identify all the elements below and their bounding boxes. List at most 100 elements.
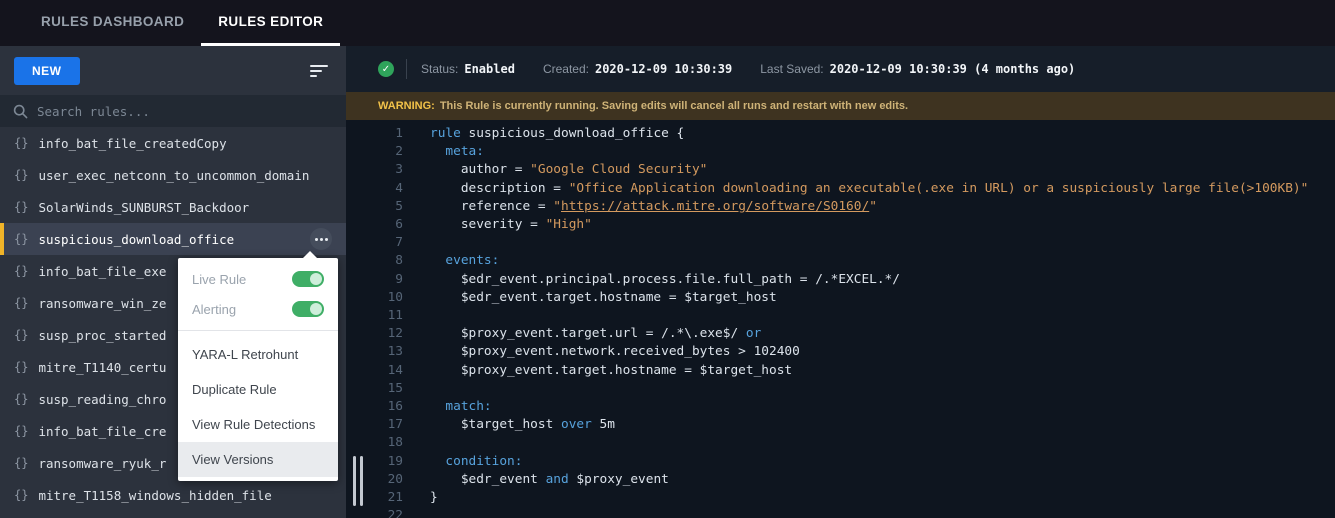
rule-name: mitre_T1140_certu	[38, 360, 166, 375]
tab-rules-dashboard[interactable]: RULES DASHBOARD	[24, 0, 201, 46]
code-text: $proxy_event.target.hostname = $target_h…	[403, 362, 792, 380]
menu-item[interactable]: View Rule Detections	[178, 407, 338, 442]
content-row: NEW {} info_bat_file_createdCopy {}user_ex…	[0, 46, 1335, 518]
search-icon	[13, 104, 28, 119]
code-text: rule suspicious_download_office {	[403, 125, 684, 143]
rule-name: info_bat_file_cre	[38, 424, 166, 439]
toggle-switch[interactable]	[292, 301, 324, 317]
menu-notch	[302, 251, 318, 259]
code-text	[403, 507, 430, 518]
rule-list-item[interactable]: {}mitre_T1158_windows_hidden_file	[0, 479, 346, 511]
rule-name: susp_proc_started	[38, 328, 166, 343]
created-value: 2020-12-09 10:30:39	[595, 62, 732, 76]
rule-name: suspicious_download_office	[38, 232, 234, 247]
code-line: 22	[346, 507, 1335, 518]
toggle-switch[interactable]	[292, 271, 324, 287]
code-line: 18	[346, 434, 1335, 452]
rule-list-item[interactable]: {}SolarWinds_SUNBURST_Backdoor	[0, 191, 346, 223]
braces-icon: {}	[14, 360, 28, 374]
code-text: $edr_event.principal.process.file.full_p…	[403, 271, 900, 289]
line-number: 9	[346, 271, 403, 289]
last-saved-value: 2020-12-09 10:30:39 (4 months ago)	[830, 62, 1076, 76]
rule-list-item[interactable]: {} info_bat_file_createdCopy	[0, 127, 346, 159]
new-rule-button[interactable]: NEW	[14, 57, 80, 85]
menu-item[interactable]: View Versions	[178, 442, 338, 477]
scrollbar-thumb[interactable]	[360, 456, 363, 506]
code-line: 4 description = "Office Application down…	[346, 180, 1335, 198]
warning-bar: WARNING: This Rule is currently running.…	[346, 92, 1335, 120]
code-line: 6 severity = "High"	[346, 216, 1335, 234]
tab-rules-editor[interactable]: RULES EDITOR	[201, 0, 340, 46]
status-bar: ✓ Status: Enabled Created: 2020-12-09 10…	[346, 46, 1335, 92]
braces-icon: {}	[14, 392, 28, 406]
line-number: 4	[346, 180, 403, 198]
line-number: 8	[346, 252, 403, 270]
status-label: Status:	[421, 62, 458, 76]
last-saved-group: Last Saved: 2020-12-09 10:30:39 (4 month…	[760, 62, 1075, 76]
rule-name: ransomware_ryuk_r	[38, 456, 166, 471]
line-number: 17	[346, 416, 403, 434]
rule-name: mitre_T1158_windows_hidden_file	[38, 488, 271, 503]
menu-toggle-row: Live Rule	[178, 264, 338, 294]
code-text	[403, 307, 430, 325]
line-number: 7	[346, 234, 403, 252]
line-number: 2	[346, 143, 403, 161]
code-lines: 1rule suspicious_download_office {2 meta…	[346, 125, 1335, 518]
line-number: 5	[346, 198, 403, 216]
code-text	[403, 380, 430, 398]
code-text: $edr_event.target.hostname = $target_hos…	[403, 289, 777, 307]
code-line: 2 meta:	[346, 143, 1335, 161]
rule-name: info_bat_file_exe	[38, 264, 166, 279]
code-line: 20 $edr_event and $proxy_event	[346, 471, 1335, 489]
status-value: Enabled	[464, 62, 515, 76]
code-line: 8 events:	[346, 252, 1335, 270]
line-number: 13	[346, 343, 403, 361]
status-check-icon: ✓	[378, 61, 394, 77]
warning-label: WARNING:	[378, 100, 435, 112]
code-line: 14 $proxy_event.target.hostname = $targe…	[346, 362, 1335, 380]
code-text	[403, 234, 430, 252]
last-saved-label: Last Saved:	[760, 62, 823, 76]
code-editor[interactable]: 1rule suspicious_download_office {2 meta…	[346, 120, 1335, 518]
rule-name: info_bat_file_createdCopy	[38, 136, 226, 151]
sidebar-toolbar: NEW	[0, 46, 346, 95]
menu-item[interactable]: YARA-L Retrohunt	[178, 337, 338, 372]
code-line: 12 $proxy_event.target.url = /.*\.exe$/ …	[346, 325, 1335, 343]
warning-text: This Rule is currently running. Saving e…	[440, 100, 908, 112]
search-bar	[0, 95, 346, 127]
context-menu: Live Rule Alerting YARA-L RetrohuntDuplic…	[178, 258, 338, 481]
menu-toggle-label: Live Rule	[192, 272, 246, 287]
braces-icon: {}	[14, 264, 28, 278]
search-input[interactable]	[37, 104, 333, 119]
code-text: $edr_event and $proxy_event	[403, 471, 669, 489]
menu-toggle-section: Live Rule Alerting	[178, 264, 338, 324]
code-text	[403, 434, 430, 452]
menu-toggle-row: Alerting	[178, 294, 338, 324]
braces-icon: {}	[14, 136, 28, 150]
toggle-knob	[310, 303, 322, 315]
rule-list-item[interactable]: {}suspicious_download_office	[0, 223, 346, 255]
line-number: 10	[346, 289, 403, 307]
toggle-knob	[310, 273, 322, 285]
code-text: severity = "High"	[403, 216, 592, 234]
code-line: 13 $proxy_event.network.received_bytes >…	[346, 343, 1335, 361]
code-line: 10 $edr_event.target.hostname = $target_…	[346, 289, 1335, 307]
code-text: author = "Google Cloud Security"	[403, 161, 707, 179]
code-text: $target_host over 5m	[403, 416, 615, 434]
line-number: 1	[346, 125, 403, 143]
rule-name: SolarWinds_SUNBURST_Backdoor	[38, 200, 249, 215]
created-group: Created: 2020-12-09 10:30:39	[543, 62, 732, 76]
code-text: }	[403, 489, 438, 507]
braces-icon: {}	[14, 168, 28, 182]
rule-options-button[interactable]	[310, 228, 332, 250]
menu-toggle-label: Alerting	[192, 302, 236, 317]
line-number: 3	[346, 161, 403, 179]
rule-list-item[interactable]: {}user_exec_netconn_to_uncommon_domain	[0, 159, 346, 191]
line-number: 16	[346, 398, 403, 416]
status-divider	[406, 59, 407, 79]
scrollbar-thumb[interactable]	[353, 456, 356, 506]
menu-item[interactable]: Duplicate Rule	[178, 372, 338, 407]
code-line: 17 $target_host over 5m	[346, 416, 1335, 434]
code-line: 9 $edr_event.principal.process.file.full…	[346, 271, 1335, 289]
sort-filter-icon[interactable]	[306, 61, 332, 81]
